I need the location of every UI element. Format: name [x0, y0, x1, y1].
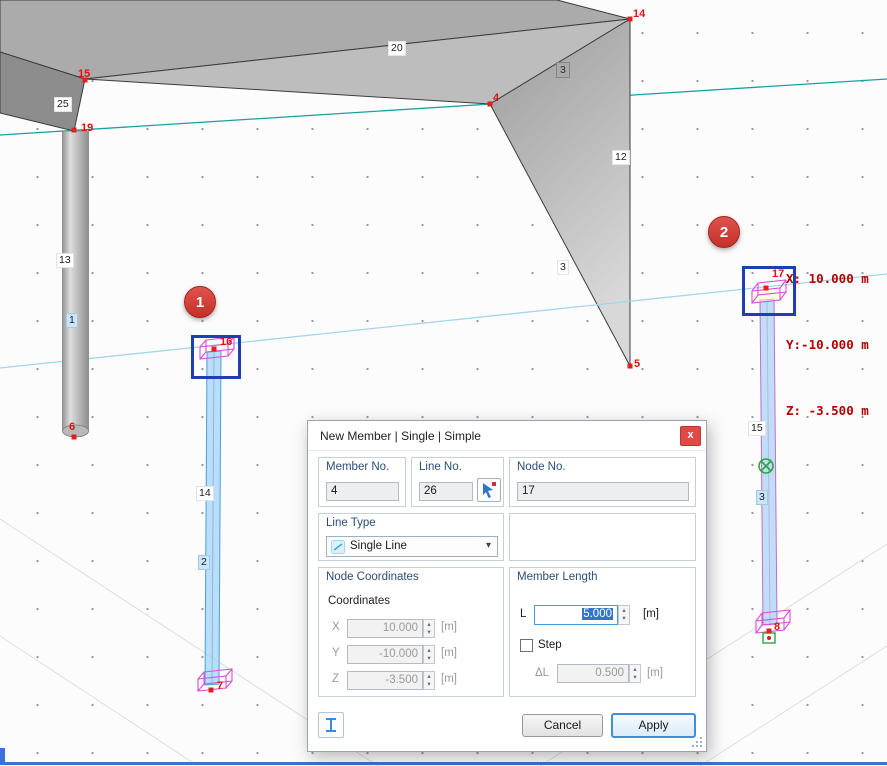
- node-label: 7: [217, 680, 223, 692]
- node-label: 8: [774, 621, 780, 633]
- node-no-label: Node No.: [517, 461, 566, 473]
- member-icon: [319, 713, 343, 737]
- spin-down-icon[interactable]: ▾: [633, 674, 636, 682]
- z-coordinate-input[interactable]: -3.500: [347, 671, 423, 690]
- member-label: 2: [198, 555, 210, 570]
- line-no-group: Line No. 26: [411, 457, 504, 507]
- line-type-group: Line Type Single Line ▾: [318, 513, 504, 561]
- delta-l-input[interactable]: 0.500: [557, 664, 629, 683]
- step-checkbox[interactable]: [520, 639, 533, 652]
- coordinate-z: Z: -3.500 m: [786, 400, 869, 422]
- length-input[interactable]: 5.000: [534, 605, 618, 625]
- line-no-label: Line No.: [419, 461, 462, 473]
- member-options-button[interactable]: [318, 712, 344, 738]
- member-no-group: Member No. 4: [318, 457, 406, 507]
- spin-up-icon[interactable]: ▴: [622, 607, 625, 615]
- member-length-group: Member Length L 5.000 ▴ ▾ [m] Step ΔL 0.…: [509, 567, 696, 697]
- coordinate-x: X: 10.000 m: [786, 268, 869, 290]
- model-viewport[interactable]: 14 15 19 4 5 6 7 8 16 17 20 25 12 3 13 1…: [0, 0, 887, 766]
- spin-down-icon[interactable]: ▾: [427, 655, 430, 663]
- line-type-select[interactable]: Single Line ▾: [326, 536, 498, 557]
- spin-down-icon[interactable]: ▾: [427, 681, 430, 689]
- dialog-title: New Member | Single | Simple: [320, 429, 481, 443]
- new-member-left: [198, 337, 234, 691]
- line-type-value: Single Line: [350, 540, 407, 552]
- pick-cursor-icon: [478, 479, 500, 501]
- step-badge-2: 2: [708, 216, 740, 248]
- line-label: 3: [557, 260, 569, 275]
- spin-up-icon[interactable]: ▴: [427, 621, 430, 629]
- line-no-input[interactable]: 26: [419, 482, 473, 501]
- y-unit-label: [m]: [441, 647, 457, 659]
- line-label: 25: [54, 97, 72, 112]
- x-axis-label: X: [332, 621, 340, 633]
- node-coordinates-group: Node Coordinates Coordinates X 10.000 ▴ …: [318, 567, 504, 697]
- y-axis-label: Y: [332, 647, 340, 659]
- spin-up-icon[interactable]: ▴: [427, 673, 430, 681]
- line-label: 12: [612, 150, 630, 165]
- dialog-titlebar[interactable]: New Member | Single | Simple x: [308, 421, 706, 451]
- surface-label: 3: [556, 62, 570, 78]
- node-label: 5: [634, 358, 640, 370]
- viewport-bottom-border: [0, 762, 887, 765]
- spin-up-icon[interactable]: ▴: [427, 647, 430, 655]
- member-no-label: Member No.: [326, 461, 389, 473]
- node-label: 14: [633, 8, 645, 20]
- delta-l-stepper[interactable]: ▴ ▾: [629, 664, 641, 683]
- node-label: 15: [78, 68, 90, 80]
- node-label: 4: [493, 92, 499, 104]
- close-icon[interactable]: x: [680, 426, 701, 446]
- new-member-dialog: New Member | Single | Simple x Member No…: [307, 420, 707, 752]
- apply-button[interactable]: Apply: [611, 713, 696, 738]
- viewport-corner-marker: [0, 748, 5, 765]
- step-badge-1: 1: [184, 286, 216, 318]
- empty-panel: [509, 513, 696, 561]
- single-line-icon: [331, 540, 345, 557]
- member-label: 1: [66, 313, 78, 328]
- chevron-down-icon: ▾: [486, 540, 491, 551]
- coordinates-sublabel: Coordinates: [328, 595, 390, 607]
- node-no-input[interactable]: 17: [517, 482, 689, 501]
- member-label: 3: [756, 490, 768, 505]
- member-length-label: Member Length: [517, 571, 598, 583]
- cylindrical-column: [63, 131, 89, 437]
- delta-l-unit-label: [m]: [647, 667, 663, 679]
- delta-l-label: ΔL: [535, 667, 549, 679]
- spin-down-icon[interactable]: ▾: [622, 615, 625, 623]
- node-label: 19: [81, 122, 93, 134]
- step-checkbox-label: Step: [538, 639, 562, 651]
- member-no-input[interactable]: 4: [326, 482, 399, 501]
- node-label: 6: [69, 421, 75, 433]
- line-label: 13: [56, 253, 74, 268]
- selection-rect-node-17: [742, 266, 796, 316]
- length-value-selected: 5.000: [582, 608, 613, 620]
- spin-up-icon[interactable]: ▴: [633, 666, 636, 674]
- x-unit-label: [m]: [441, 621, 457, 633]
- node-no-group: Node No. 17: [509, 457, 696, 507]
- length-unit-label: [m]: [643, 608, 659, 620]
- node-coordinates-label: Node Coordinates: [326, 571, 419, 583]
- coordinate-readout: X: 10.000 m Y:-10.000 m Z: -3.500 m: [786, 224, 869, 466]
- line-label: 14: [196, 486, 214, 501]
- pick-line-button[interactable]: [477, 478, 501, 502]
- y-coordinate-input[interactable]: -10.000: [347, 645, 423, 664]
- x-coordinate-input[interactable]: 10.000: [347, 619, 423, 638]
- coordinate-y: Y:-10.000 m: [786, 334, 869, 356]
- line-label: 15: [748, 421, 766, 436]
- support-symbol-icon: [763, 633, 775, 643]
- spin-down-icon[interactable]: ▾: [427, 629, 430, 637]
- z-coordinate-stepper[interactable]: ▴ ▾: [423, 671, 435, 690]
- y-coordinate-stepper[interactable]: ▴ ▾: [423, 645, 435, 664]
- line-type-label: Line Type: [326, 517, 376, 529]
- length-stepper[interactable]: ▴ ▾: [618, 605, 630, 625]
- cancel-button[interactable]: Cancel: [522, 714, 603, 737]
- z-axis-label: Z: [332, 673, 339, 685]
- new-member-right: [752, 280, 790, 643]
- selection-rect-node-16: [191, 335, 241, 379]
- line-label: 20: [388, 41, 406, 56]
- length-l-label: L: [520, 608, 526, 620]
- x-coordinate-stepper[interactable]: ▴ ▾: [423, 619, 435, 638]
- z-unit-label: [m]: [441, 673, 457, 685]
- resize-grip[interactable]: [692, 737, 703, 748]
